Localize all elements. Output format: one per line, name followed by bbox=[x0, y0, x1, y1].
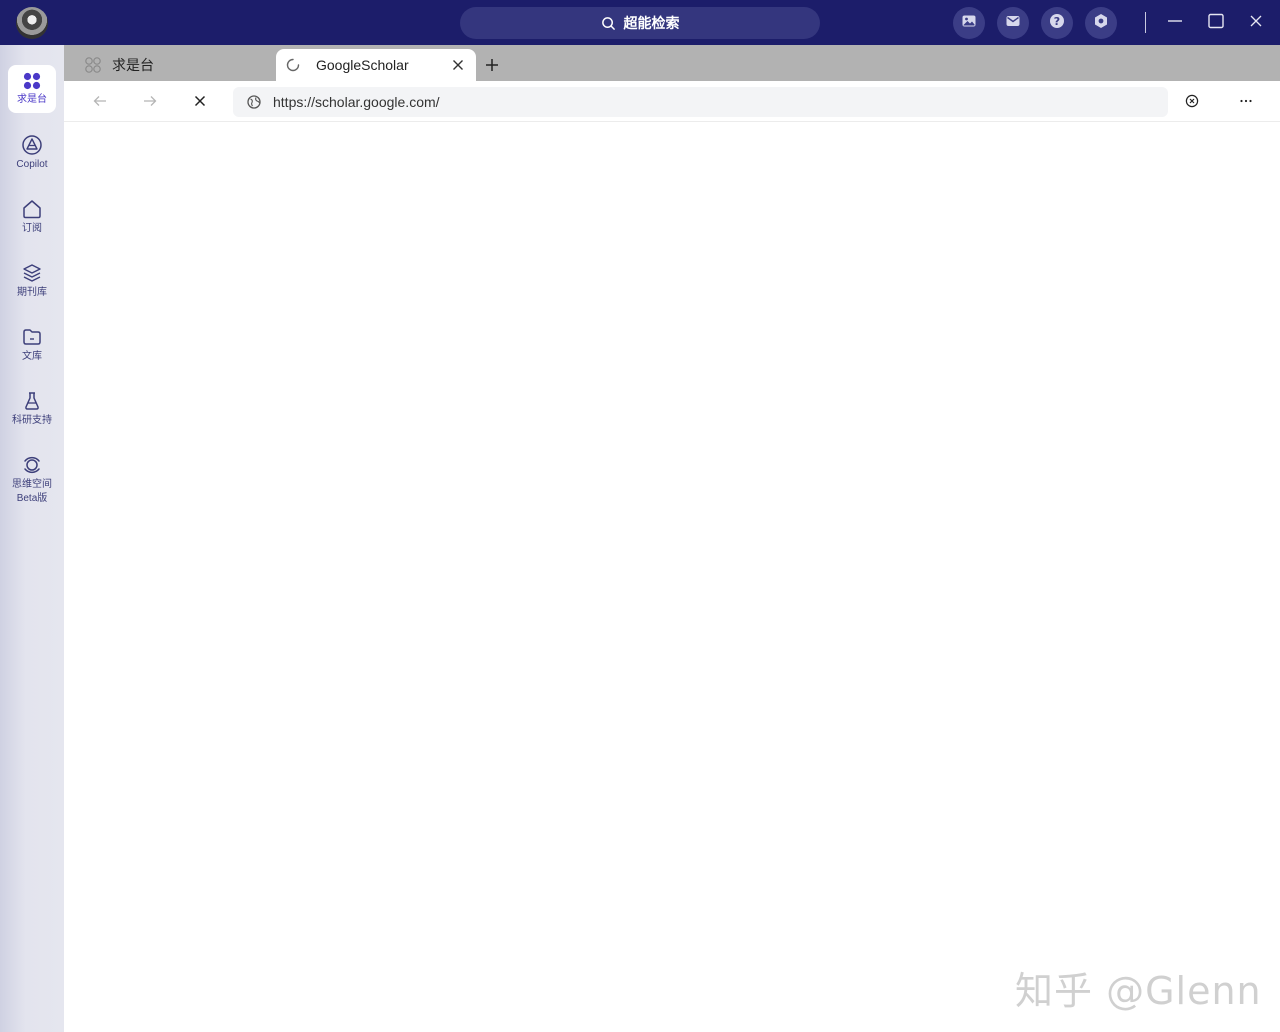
globe-icon bbox=[247, 95, 261, 109]
sidebar-item-label: 科研支持 bbox=[12, 415, 52, 426]
sidebar-item-label: 文库 bbox=[22, 351, 42, 362]
sidebar-item-journals[interactable]: 期刊库 bbox=[8, 262, 56, 300]
plus-icon bbox=[484, 57, 500, 73]
copilot-icon bbox=[21, 134, 43, 158]
close-icon bbox=[193, 94, 207, 108]
maximize-button[interactable] bbox=[1202, 10, 1230, 36]
stop-loading-button[interactable] bbox=[188, 89, 212, 113]
tab-qiushitai[interactable]: 求是台 bbox=[84, 49, 274, 81]
arrow-left-icon bbox=[92, 93, 108, 109]
arrow-right-icon bbox=[142, 93, 158, 109]
circle-close-icon bbox=[1185, 94, 1199, 108]
mail-icon bbox=[1005, 13, 1021, 34]
minimize-icon bbox=[1166, 12, 1184, 35]
sidebar-item-label: 期刊库 bbox=[17, 287, 47, 298]
image-icon bbox=[961, 13, 977, 34]
svg-text:?: ? bbox=[1054, 15, 1060, 28]
folder-icon bbox=[21, 326, 43, 350]
minimize-button[interactable] bbox=[1161, 10, 1189, 36]
forward-button[interactable] bbox=[138, 89, 162, 113]
settings-icon bbox=[1093, 13, 1109, 34]
more-options-button[interactable] bbox=[1234, 89, 1258, 113]
help-button[interactable]: ? bbox=[1041, 7, 1073, 39]
help-icon: ? bbox=[1049, 13, 1065, 34]
window-controls-divider bbox=[1145, 12, 1146, 33]
mail-button[interactable] bbox=[997, 7, 1029, 39]
maximize-icon bbox=[1207, 12, 1225, 35]
sidebar-item-label: 订阅 bbox=[22, 223, 42, 234]
more-horizontal-icon bbox=[1238, 93, 1254, 109]
sidebar: 求是台 Copilot 订阅 期刊库 文库 科研支持 思维空间 Beta版 bbox=[0, 45, 64, 1032]
new-tab-button[interactable] bbox=[480, 53, 504, 77]
tab-googlescholar[interactable]: GoogleScholar bbox=[276, 49, 476, 81]
close-icon bbox=[1248, 13, 1264, 34]
tab-title: GoogleScholar bbox=[316, 57, 409, 73]
tab-strip: 求是台 GoogleScholar bbox=[64, 45, 1280, 81]
clear-address-button[interactable] bbox=[1180, 89, 1204, 113]
close-window-button[interactable] bbox=[1242, 10, 1270, 36]
orbit-icon bbox=[21, 454, 43, 478]
tab-title: 求是台 bbox=[112, 57, 154, 73]
sidebar-item-thinking-space[interactable]: 思维空间 Beta版 bbox=[8, 454, 56, 506]
global-search-bar[interactable]: 超能检索 bbox=[460, 7, 820, 39]
sidebar-item-qiushitai[interactable]: 求是台 bbox=[8, 65, 56, 113]
search-placeholder: 超能检索 bbox=[623, 15, 680, 31]
sidebar-item-research-support[interactable]: 科研支持 bbox=[8, 390, 56, 428]
close-tab-icon[interactable] bbox=[452, 59, 464, 71]
avatar[interactable] bbox=[16, 7, 48, 39]
sidebar-item-copilot[interactable]: Copilot bbox=[8, 134, 56, 172]
sidebar-item-library[interactable]: 文库 bbox=[8, 326, 56, 364]
sidebar-item-label: 求是台 bbox=[17, 94, 47, 105]
apps-icon bbox=[22, 71, 42, 93]
address-url[interactable]: https://scholar.google.com/ bbox=[273, 94, 440, 110]
sidebar-item-subscribe[interactable]: 订阅 bbox=[8, 198, 56, 236]
browser-toolbar: https://scholar.google.com/ bbox=[64, 81, 1280, 122]
apps-outline-icon bbox=[84, 56, 102, 74]
layers-icon bbox=[21, 262, 43, 286]
flask-icon bbox=[21, 390, 43, 414]
sidebar-item-beta-label: Beta版 bbox=[16, 493, 48, 504]
settings-button[interactable] bbox=[1085, 7, 1117, 39]
loading-spinner-icon bbox=[286, 58, 300, 72]
home-icon bbox=[21, 198, 43, 222]
image-button[interactable] bbox=[953, 7, 985, 39]
sidebar-item-label: Copilot bbox=[16, 159, 48, 170]
back-button[interactable] bbox=[88, 89, 112, 113]
sidebar-item-label: 思维空间 bbox=[12, 479, 52, 490]
watermark: 知乎 @Glenn bbox=[1015, 969, 1262, 1013]
address-bar[interactable]: https://scholar.google.com/ bbox=[233, 87, 1168, 117]
search-icon bbox=[601, 16, 616, 31]
web-content-area[interactable] bbox=[64, 122, 1280, 1032]
title-bar: 超能检索 ? bbox=[0, 0, 1280, 45]
